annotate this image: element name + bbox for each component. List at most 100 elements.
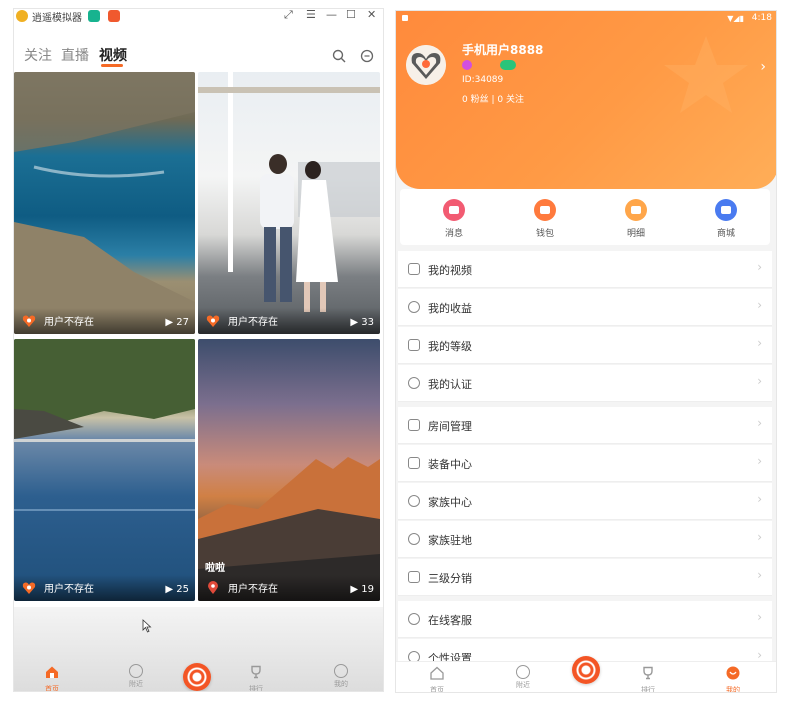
app-icon[interactable] — [88, 10, 100, 22]
bottom-navigation: 首页 附近 排行 我的 — [396, 656, 776, 693]
menu-three-level-distribution[interactable]: 三级分销 › — [398, 559, 772, 596]
quick-messages[interactable]: 消息 — [429, 199, 479, 239]
tab-follow[interactable]: 关注 — [24, 45, 52, 65]
menu-label: 我的认证 — [428, 378, 472, 391]
menu-label: 家族驻地 — [428, 534, 472, 547]
menu-label: 家族中心 — [428, 496, 472, 509]
house-icon — [408, 419, 420, 431]
right-phone-screen: ▼◢▮ 4:18 手机用户8888 ID:34089 0 粉丝 | 0 关注 ›… — [395, 10, 777, 693]
nav-me[interactable]: 我的 — [321, 664, 361, 689]
nav-nearby-label: 附近 — [516, 681, 530, 689]
earnings-icon — [408, 301, 420, 313]
nav-home[interactable]: 首页 — [32, 664, 72, 692]
chevron-right-icon: › — [757, 260, 762, 274]
chevron-right-icon: › — [757, 568, 762, 582]
video-card[interactable]: 用户不存在 ▶ 25 — [14, 339, 195, 601]
menu-label: 装备中心 — [428, 458, 472, 471]
message-icon — [443, 199, 465, 221]
nav-ranking-label: 排行 — [249, 685, 263, 692]
menu-equipment-center[interactable]: 装备中心 › — [398, 445, 772, 482]
tab-video[interactable]: 视频 — [99, 45, 127, 65]
mouse-cursor-icon — [142, 619, 152, 633]
quick-mall-label: 商城 — [716, 229, 735, 239]
menu-my-videos[interactable]: 我的视频 › — [398, 251, 772, 288]
quick-messages-label: 消息 — [444, 229, 463, 239]
quick-wallet[interactable]: 钱包 — [520, 199, 570, 239]
nav-me[interactable]: 我的 — [713, 665, 753, 693]
video-view-count: ▶ 33 — [350, 317, 374, 328]
video-username: 用户不存在 — [44, 317, 94, 328]
hierarchy-icon — [408, 571, 420, 583]
nav-home[interactable]: 首页 — [417, 665, 457, 693]
menu-family-center[interactable]: 家族中心 › — [398, 483, 772, 520]
mall-icon — [715, 199, 737, 221]
menu-my-earnings[interactable]: 我的收益 › — [398, 289, 772, 326]
profile-follow-stats[interactable]: 0 粉丝 | 0 关注 — [462, 92, 524, 105]
nav-nearby[interactable]: 附近 — [116, 664, 156, 689]
video-view-count: ▶ 19 — [350, 584, 374, 595]
menu-my-verification[interactable]: 我的认证 › — [398, 365, 772, 402]
video-thumbnail-coast — [14, 72, 195, 334]
menu-my-level[interactable]: 我的等级 › — [398, 327, 772, 364]
user-avatar-icon — [22, 315, 36, 327]
menu-online-support[interactable]: 在线客服 › — [398, 601, 772, 638]
nav-ranking[interactable]: 排行 — [236, 664, 276, 692]
wealth-badge-icon — [500, 60, 516, 70]
nearby-icon — [129, 664, 143, 678]
menu-label: 我的视频 — [428, 264, 472, 277]
quick-wallet-label: 钱包 — [535, 229, 554, 239]
nav-nearby[interactable]: 附近 — [503, 665, 543, 690]
quick-details-label: 明细 — [626, 229, 645, 239]
verified-icon — [408, 377, 420, 389]
video-card[interactable]: 用户不存在 ▶ 27 — [14, 72, 195, 334]
profile-chevron-icon[interactable]: › — [760, 59, 766, 75]
nav-me-label: 我的 — [726, 686, 740, 693]
tab-live[interactable]: 直播 — [61, 45, 89, 65]
app-icon[interactable] — [108, 10, 120, 22]
nav-home-label: 首页 — [45, 685, 59, 692]
profile-icon — [726, 666, 740, 680]
status-bar: ▼◢▮ 4:18 — [396, 11, 776, 27]
nav-home-label: 首页 — [430, 686, 444, 693]
start-live-camera-button[interactable] — [183, 663, 211, 691]
search-icon[interactable] — [332, 49, 346, 63]
following-count[interactable]: 0 关注 — [497, 95, 524, 105]
menu-room-management[interactable]: 房间管理 › — [398, 407, 772, 444]
top-tab-bar: 关注 直播 视频 — [14, 39, 383, 71]
bottom-navigation: 首页 附近 排行 我的 — [14, 607, 383, 692]
profile-header — [396, 11, 776, 189]
home-icon — [430, 666, 444, 680]
close-icon[interactable]: ✕ — [367, 9, 376, 21]
video-card[interactable]: 用户不存在 ▶ 33 — [198, 72, 380, 334]
level-badge-icon — [462, 60, 472, 70]
video-card[interactable]: 啦啦 用户不存在 ▶ 19 — [198, 339, 380, 601]
emulator-logo-icon — [16, 10, 28, 22]
emulator-title: 逍遥模拟器 — [32, 13, 82, 24]
status-time: 4:18 — [751, 13, 772, 23]
user-avatar[interactable] — [406, 45, 446, 85]
nav-nearby-label: 附近 — [129, 680, 143, 688]
video-caption: 啦啦 — [205, 563, 225, 574]
start-live-camera-button[interactable] — [572, 656, 600, 684]
nav-ranking[interactable]: 排行 — [628, 665, 668, 693]
fullscreen-icon[interactable]: ⤢ — [284, 9, 293, 22]
menu-family-base[interactable]: 家族驻地 › — [398, 521, 772, 558]
menu-label: 我的收益 — [428, 302, 472, 315]
notification-icon — [402, 15, 408, 21]
quick-mall[interactable]: 商城 — [701, 199, 751, 239]
quick-details[interactable]: 明细 — [611, 199, 661, 239]
nav-ranking-label: 排行 — [641, 686, 655, 693]
chevron-right-icon: › — [757, 610, 762, 624]
chevron-right-icon: › — [757, 298, 762, 312]
menu-icon[interactable]: ☰ — [306, 9, 316, 21]
decorative-star-icon — [664, 36, 748, 113]
minimize-icon[interactable]: — — [326, 9, 337, 21]
video-icon — [408, 263, 420, 275]
menu-label: 我的等级 — [428, 340, 472, 353]
fans-count[interactable]: 0 粉丝 — [462, 95, 489, 105]
video-username: 用户不存在 — [228, 317, 278, 328]
message-icon[interactable] — [360, 49, 374, 63]
maximize-icon[interactable]: ☐ — [346, 9, 356, 21]
location-icon — [408, 533, 420, 545]
video-view-count: ▶ 25 — [165, 584, 189, 595]
